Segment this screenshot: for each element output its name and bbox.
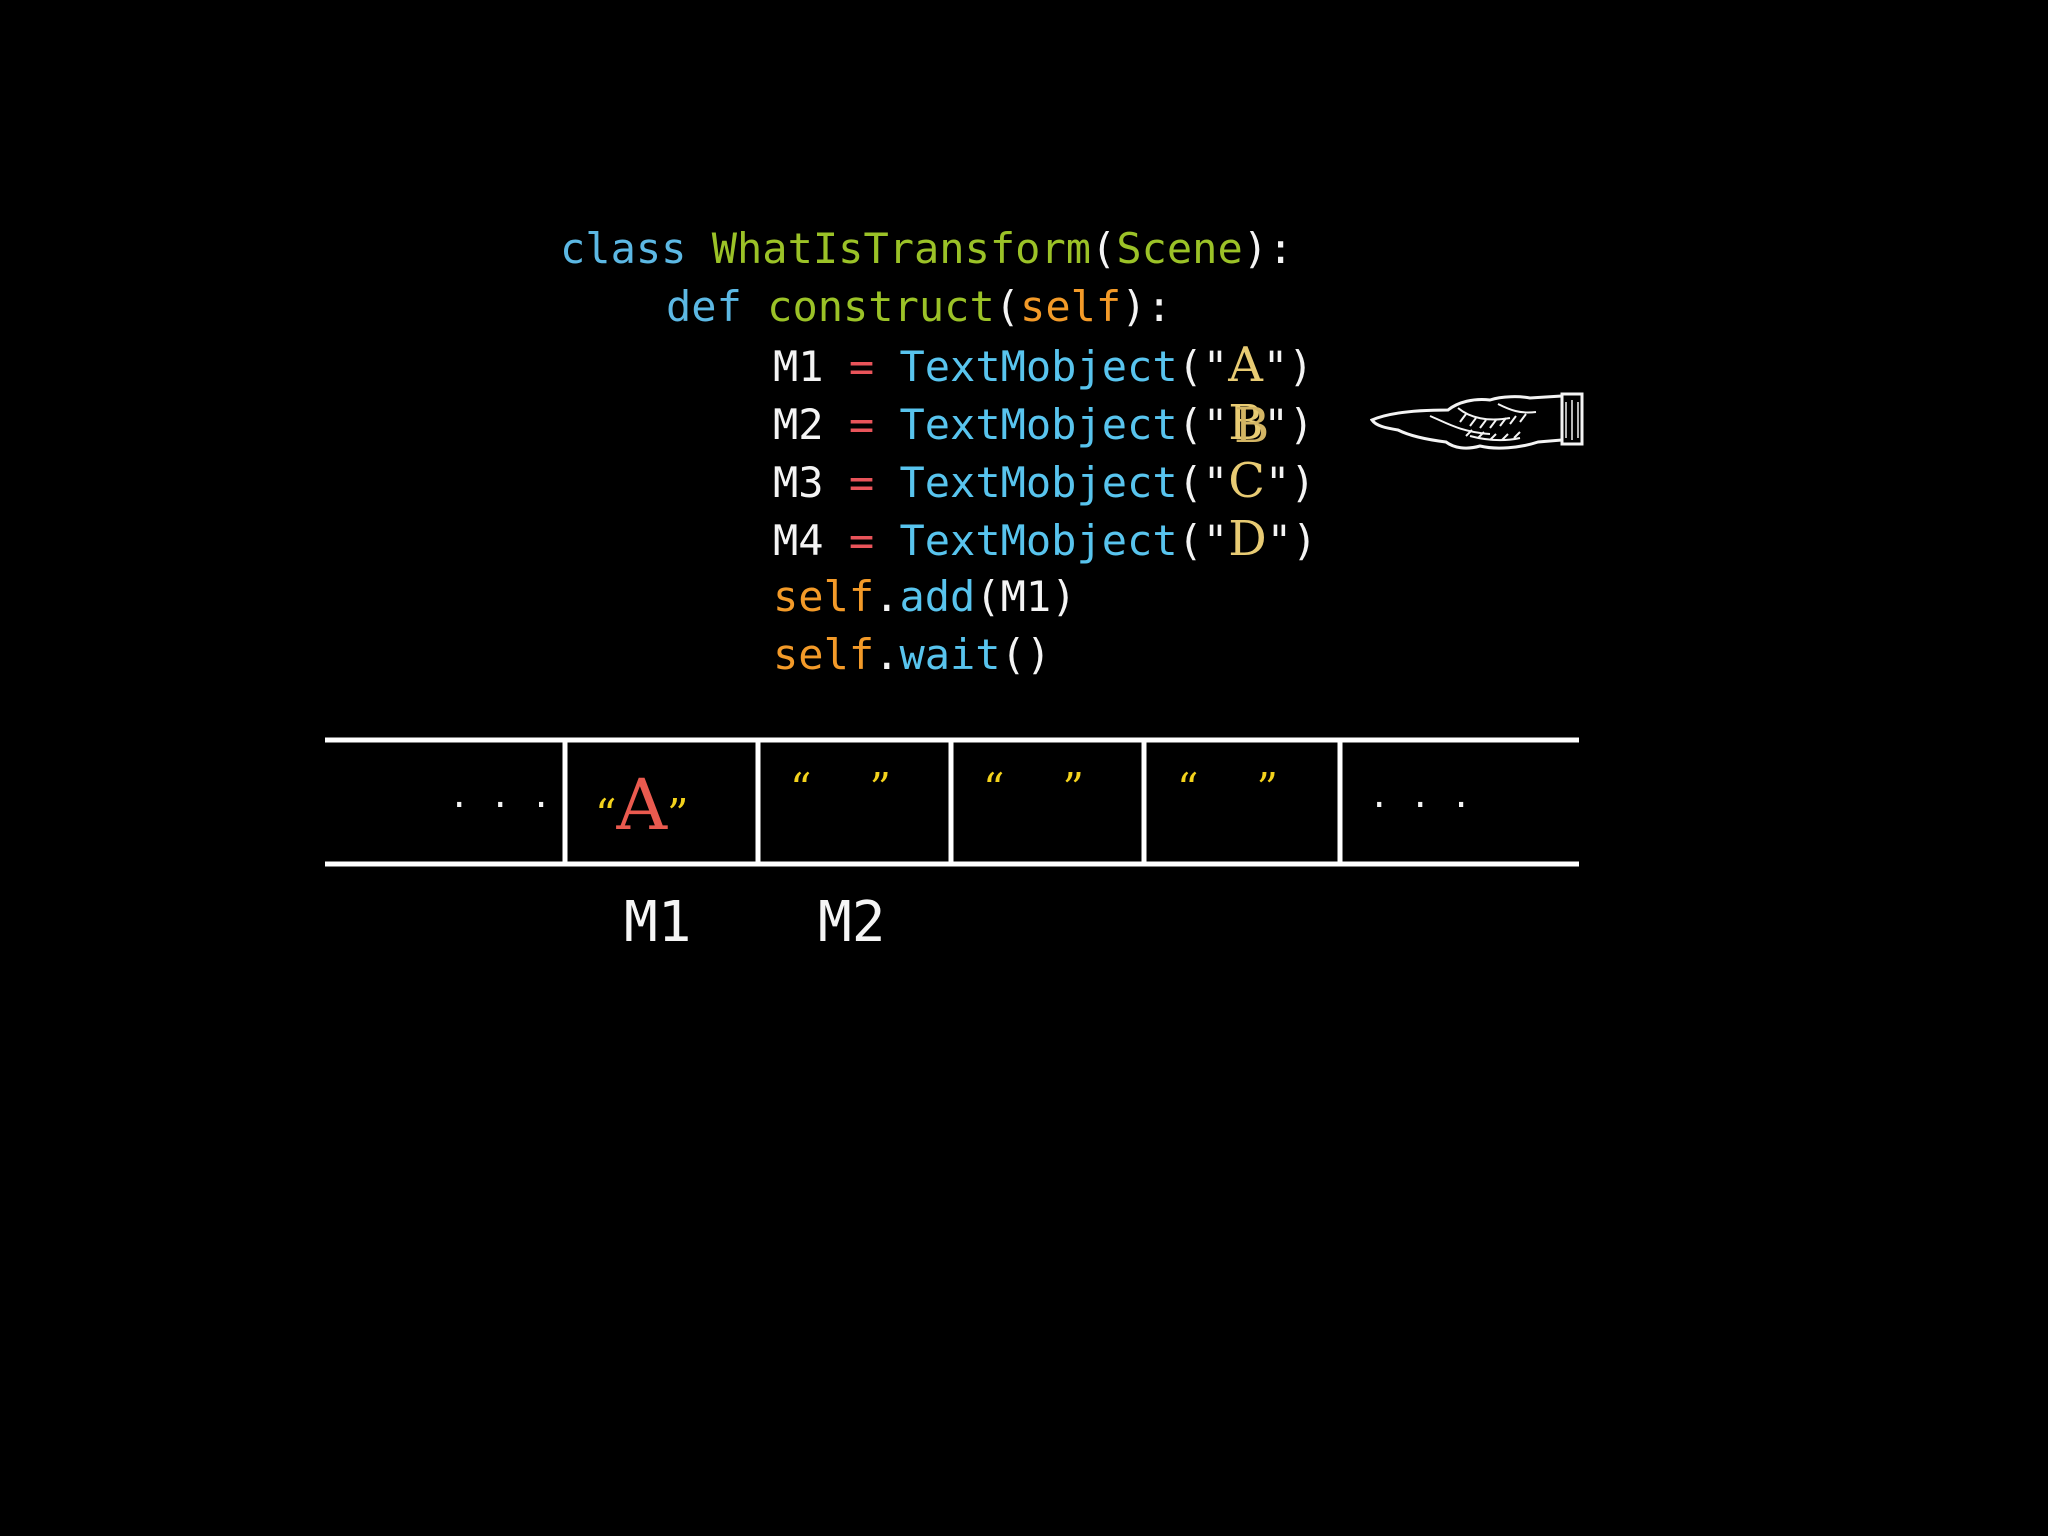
function-name: TextMobject bbox=[899, 516, 1178, 565]
memory-cell: “” bbox=[983, 764, 1084, 813]
string-close: ") bbox=[1262, 342, 1314, 391]
string-open: (" bbox=[1177, 400, 1229, 449]
string-value: D bbox=[1228, 511, 1267, 567]
code-block: class WhatIsTransform(Scene): def constr… bbox=[0, 0, 2048, 700]
close-quote: ” bbox=[1256, 764, 1278, 813]
right-ellipsis: . . . bbox=[1369, 776, 1472, 816]
memory-strip: . . . . . . “A” “” “” “” bbox=[325, 736, 1579, 870]
close-quote: ” bbox=[1062, 764, 1084, 813]
string-close: ") bbox=[1264, 458, 1316, 507]
method-call: wait bbox=[899, 630, 1001, 679]
code-line-m4: M4 = TextMobject("D") bbox=[773, 510, 1317, 570]
pointing-hand-icon bbox=[1370, 392, 1584, 450]
close-quote: ” bbox=[667, 790, 689, 839]
method-call: add bbox=[899, 572, 976, 621]
code-line-class: class WhatIsTransform(Scene): bbox=[560, 220, 1293, 278]
string-open: (" bbox=[1177, 342, 1229, 391]
open-quote: “ bbox=[595, 790, 617, 839]
function-name: TextMobject bbox=[899, 400, 1178, 449]
open-quote: “ bbox=[1177, 764, 1199, 813]
paren-close: ): bbox=[1121, 282, 1172, 331]
variable-name: M4 bbox=[773, 516, 824, 565]
variable-name: M1 bbox=[773, 342, 824, 391]
function-name: TextMobject bbox=[899, 458, 1178, 507]
code-line-add: self.add(M1) bbox=[773, 568, 1076, 626]
dot: . bbox=[874, 572, 900, 621]
paren-open: ( bbox=[994, 282, 1021, 331]
moving-string-value: B bbox=[1234, 398, 1270, 454]
string-open: (" bbox=[1177, 516, 1229, 565]
code-line-m1: M1 = TextMobject("A") bbox=[773, 336, 1313, 396]
label-m2: M2 bbox=[818, 890, 886, 955]
base-class: Scene bbox=[1116, 224, 1243, 273]
keyword-def: def bbox=[666, 282, 742, 331]
code-line-m3: M3 = TextMobject("C") bbox=[773, 452, 1316, 512]
string-value: A bbox=[1228, 337, 1263, 393]
cell-value: A bbox=[616, 764, 668, 846]
code-line-def: def construct(self): bbox=[666, 278, 1172, 336]
assign-operator: = bbox=[848, 342, 875, 391]
memory-cell-m1: “A” bbox=[595, 764, 689, 846]
code-line-wait: self.wait() bbox=[773, 626, 1051, 684]
paren-open: ( bbox=[1091, 224, 1117, 273]
string-open: (" bbox=[1177, 458, 1229, 507]
memory-cell-m2: “” bbox=[790, 764, 891, 813]
self-ref: self bbox=[773, 572, 875, 621]
function-name: TextMobject bbox=[899, 342, 1178, 391]
string-close: ") bbox=[1266, 516, 1318, 565]
call-args: (M1) bbox=[975, 572, 1077, 621]
class-name: WhatIsTransform bbox=[711, 224, 1092, 273]
call-args: () bbox=[1000, 630, 1052, 679]
self-arg: self bbox=[1020, 282, 1122, 331]
self-ref: self bbox=[773, 630, 875, 679]
assign-operator: = bbox=[848, 458, 875, 507]
variable-name: M2 bbox=[773, 400, 824, 449]
assign-operator: = bbox=[848, 516, 875, 565]
string-value: C bbox=[1228, 453, 1265, 509]
open-quote: “ bbox=[983, 764, 1005, 813]
paren-close: ): bbox=[1242, 224, 1294, 273]
close-quote: ” bbox=[869, 764, 891, 813]
variable-name: M3 bbox=[773, 458, 824, 507]
keyword-class: class bbox=[560, 224, 687, 273]
open-quote: “ bbox=[790, 764, 812, 813]
code-line-m2: M2 = TextMobject("B") bbox=[773, 394, 1314, 454]
memory-cell: “” bbox=[1177, 764, 1278, 813]
left-ellipsis: . . . bbox=[449, 776, 552, 816]
label-m1: M1 bbox=[624, 890, 692, 955]
assign-operator: = bbox=[848, 400, 875, 449]
method-name: construct bbox=[767, 282, 995, 331]
string-close: ") bbox=[1263, 400, 1315, 449]
dot: . bbox=[874, 630, 900, 679]
